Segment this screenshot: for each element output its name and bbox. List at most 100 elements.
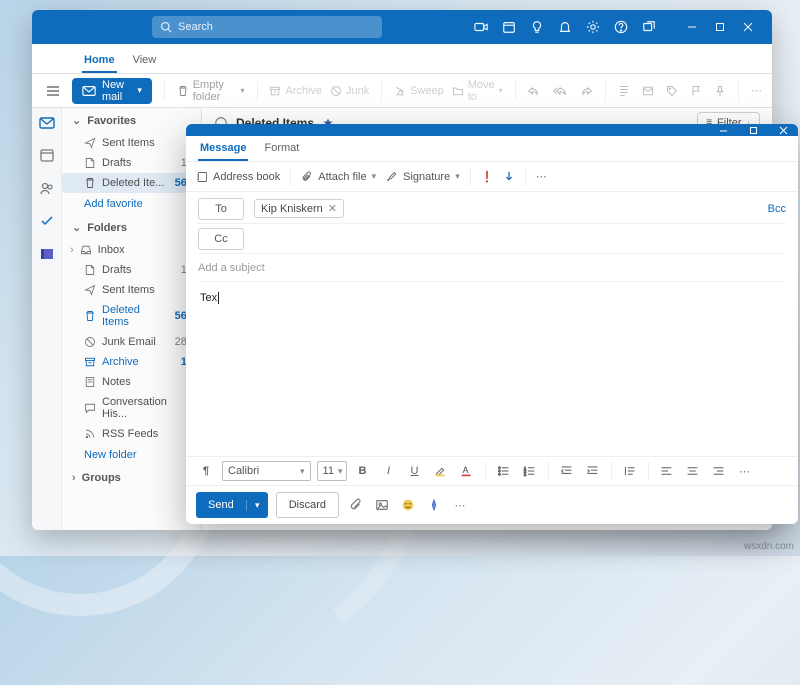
cc-button[interactable]: Cc [198, 228, 244, 250]
read-icon[interactable] [642, 85, 654, 97]
insert-scheduling-icon[interactable] [425, 498, 443, 512]
lightbulb-icon[interactable] [530, 20, 544, 34]
bell-icon[interactable] [558, 20, 572, 34]
highlight-button[interactable] [431, 464, 451, 478]
gear-icon[interactable] [586, 20, 600, 34]
address-book-button[interactable]: Address book [196, 171, 280, 183]
compose-more-button[interactable]: ⋯ [536, 170, 547, 183]
recipient-chip[interactable]: Kip Kniskern ✕ [254, 199, 344, 218]
insert-attachment-icon[interactable] [347, 498, 365, 512]
sidebar-notes[interactable]: Notes 2 [62, 372, 201, 392]
signature-button[interactable]: Signature▾ [386, 171, 460, 183]
new-mail-button[interactable]: New mail ▾ [72, 78, 152, 104]
numbering-button[interactable]: 123 [520, 465, 540, 477]
italic-button[interactable]: I [379, 465, 399, 477]
font-size-select[interactable]: 11▾ [317, 461, 347, 481]
junk-icon [84, 336, 96, 348]
attach-file-button[interactable]: Attach file▾ [301, 171, 376, 183]
align-center-button[interactable] [683, 465, 703, 477]
align-left-button[interactable] [657, 465, 677, 477]
compose-minimize-button[interactable] [708, 125, 738, 135]
trash-icon [84, 177, 96, 189]
send-row: Send ▾ Discard ⋯ [186, 486, 798, 524]
sidebar-sent-items[interactable]: Sent Items [62, 133, 201, 153]
quicksteps-icon[interactable] [618, 85, 630, 97]
rail-todo-icon[interactable] [39, 213, 55, 232]
tab-home[interactable]: Home [82, 48, 117, 73]
indent-button[interactable] [583, 465, 603, 477]
subject-input[interactable]: Add a subject [198, 262, 265, 274]
search-input[interactable]: Search [152, 16, 382, 38]
empty-folder-button[interactable]: Empty folder ▾ [177, 79, 245, 103]
sidebar-junk[interactable]: Junk Email 287 [62, 332, 201, 352]
bullets-button[interactable] [494, 465, 514, 477]
close-button[interactable] [734, 10, 762, 44]
to-button[interactable]: To [198, 198, 244, 220]
compose-maximize-button[interactable] [738, 125, 768, 135]
more-button[interactable]: ⋯ [751, 84, 762, 97]
cc-input[interactable] [254, 224, 786, 253]
section-folders[interactable]: ⌄Folders [62, 215, 201, 240]
bold-button[interactable]: B [353, 465, 373, 477]
importance-low-icon[interactable] [503, 170, 515, 184]
insert-picture-icon[interactable] [373, 498, 391, 512]
insert-emoji-icon[interactable] [399, 498, 417, 512]
moveto-button[interactable]: Move to ▾ [452, 79, 503, 103]
archive-icon [269, 85, 281, 97]
tab-message[interactable]: Message [198, 136, 248, 161]
sidebar-sent2[interactable]: Sent Items [62, 280, 201, 300]
help-icon[interactable] [614, 20, 628, 34]
tab-view[interactable]: View [131, 48, 159, 73]
outdent-button[interactable] [557, 465, 577, 477]
add-favorite-link[interactable]: Add favorite [62, 193, 201, 215]
format-more-button[interactable]: ⋯ [735, 465, 755, 478]
window-popout-icon[interactable] [642, 20, 656, 34]
rail-mail-icon[interactable] [39, 116, 55, 133]
sidebar-drafts[interactable]: Drafts 15 [62, 153, 201, 173]
underline-button[interactable]: U [405, 465, 425, 477]
forward-icon[interactable] [581, 85, 593, 97]
rail-people-icon[interactable] [39, 180, 55, 199]
tab-format[interactable]: Format [262, 136, 301, 161]
reply-icon[interactable] [527, 85, 539, 97]
font-color-button[interactable]: A [457, 464, 477, 478]
paperclip-icon [301, 171, 313, 183]
hamburger-icon[interactable] [42, 81, 64, 101]
bcc-button[interactable]: Bcc [768, 203, 786, 215]
sidebar-inbox[interactable]: › Inbox [62, 240, 201, 260]
archive-button[interactable]: Archive [269, 85, 322, 97]
rail-notes-icon[interactable] [39, 246, 55, 265]
font-family-select[interactable]: Calibri▾ [222, 461, 311, 481]
meet-now-icon[interactable] [474, 20, 488, 34]
compose-body[interactable]: Tex [186, 284, 798, 456]
sidebar-deleted-items[interactable]: Deleted Ite... 564 [62, 173, 201, 193]
minimize-button[interactable] [678, 10, 706, 44]
quote-button[interactable] [620, 465, 640, 477]
discard-button[interactable]: Discard [276, 492, 339, 518]
section-favorites[interactable]: ⌄Favorites [62, 108, 201, 133]
sidebar-deleted2[interactable]: Deleted Items 564 [62, 300, 201, 332]
sweep-button[interactable]: Sweep [394, 85, 444, 97]
sidebar-conversation-history[interactable]: Conversation His... [62, 392, 201, 424]
tag-icon[interactable] [666, 85, 678, 97]
remove-chip-icon[interactable]: ✕ [328, 202, 337, 215]
section-groups[interactable]: ›Groups [62, 466, 201, 490]
sidebar-drafts2[interactable]: Drafts 15 [62, 260, 201, 280]
importance-high-icon[interactable] [481, 170, 493, 184]
reply-all-icon[interactable] [553, 85, 567, 97]
maximize-button[interactable] [706, 10, 734, 44]
compose-send-more-button[interactable]: ⋯ [451, 499, 469, 512]
send-button[interactable]: Send ▾ [196, 492, 268, 518]
align-right-button[interactable] [709, 465, 729, 477]
flag-icon[interactable] [690, 85, 702, 97]
calendar-today-icon[interactable] [502, 20, 516, 34]
compose-close-button[interactable] [768, 125, 798, 135]
rail-calendar-icon[interactable] [39, 147, 55, 166]
sidebar-archive2[interactable]: Archive 13 [62, 352, 201, 372]
pilcrow-button[interactable]: ¶ [196, 465, 216, 477]
pin-icon[interactable] [714, 85, 726, 97]
sidebar-rss[interactable]: RSS Feeds [62, 424, 201, 444]
send-dropdown[interactable]: ▾ [246, 500, 268, 511]
junk-button[interactable]: Junk [330, 85, 369, 97]
new-folder-link[interactable]: New folder [62, 444, 201, 466]
